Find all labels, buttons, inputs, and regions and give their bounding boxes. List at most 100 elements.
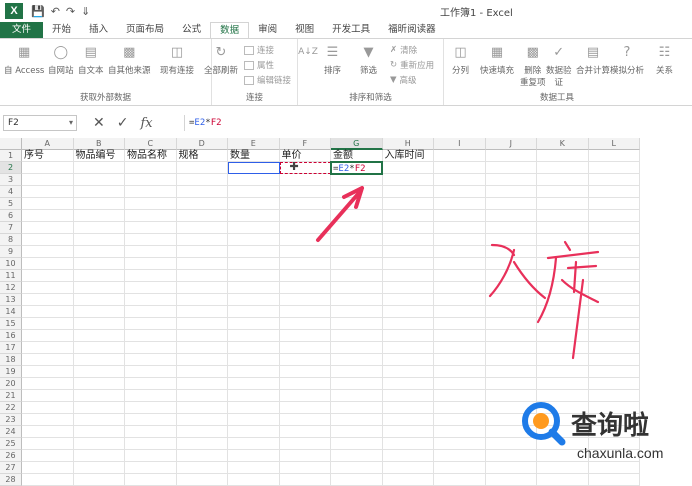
cell-i12[interactable] [434, 282, 486, 294]
cell-a13[interactable] [22, 294, 74, 306]
tab-foxit[interactable]: 福昕阅读器 [379, 22, 445, 38]
cell-l17[interactable] [588, 342, 640, 354]
cell-k4[interactable] [537, 186, 589, 198]
cell-c19[interactable] [125, 366, 177, 378]
cell-f23[interactable] [279, 414, 331, 426]
cell-h15[interactable] [382, 318, 434, 330]
cell-d15[interactable] [176, 318, 228, 330]
cell-g27[interactable] [331, 462, 383, 474]
cell-b9[interactable] [73, 246, 125, 258]
cell-a10[interactable] [22, 258, 74, 270]
cell-f15[interactable] [279, 318, 331, 330]
cell-b19[interactable] [73, 366, 125, 378]
cell-f4[interactable] [279, 186, 331, 198]
cell-d9[interactable] [176, 246, 228, 258]
cell-h7[interactable] [382, 222, 434, 234]
cell-f21[interactable] [279, 390, 331, 402]
cell-j5[interactable] [485, 198, 537, 210]
row-header-12[interactable]: 12 [0, 282, 22, 294]
cell-a16[interactable] [22, 330, 74, 342]
cell-c26[interactable] [125, 450, 177, 462]
cell-h25[interactable] [382, 438, 434, 450]
cell-i4[interactable] [434, 186, 486, 198]
cell-d4[interactable] [176, 186, 228, 198]
cell-h1[interactable]: 入库时间 [382, 150, 434, 162]
cell-h23[interactable] [382, 414, 434, 426]
text-to-columns-button[interactable]: ◫ 分列 [452, 43, 469, 77]
save-icon[interactable]: 💾 [31, 5, 45, 18]
column-header-c[interactable]: C [125, 138, 177, 150]
row-header-20[interactable]: 20 [0, 378, 22, 390]
cell-l15[interactable] [588, 318, 640, 330]
cell-g17[interactable] [331, 342, 383, 354]
data-validation-button[interactable]: ✓ 数据验 证 [546, 43, 572, 89]
cell-d25[interactable] [176, 438, 228, 450]
cell-j15[interactable] [485, 318, 537, 330]
cell-b22[interactable] [73, 402, 125, 414]
cell-k9[interactable] [537, 246, 589, 258]
cell-g12[interactable] [331, 282, 383, 294]
cell-i26[interactable] [434, 450, 486, 462]
cell-j4[interactable] [485, 186, 537, 198]
cell-h12[interactable] [382, 282, 434, 294]
column-header-b[interactable]: B [73, 138, 125, 150]
cell-b7[interactable] [73, 222, 125, 234]
cell-h6[interactable] [382, 210, 434, 222]
filter-button[interactable]: ▼ 筛选 [360, 43, 377, 77]
cell-c9[interactable] [125, 246, 177, 258]
from-other-sources-button[interactable]: ▩ 自其他来源 [108, 43, 151, 77]
cell-f26[interactable] [279, 450, 331, 462]
cell-g19[interactable] [331, 366, 383, 378]
cell-e8[interactable] [228, 234, 280, 246]
relationships-button[interactable]: ☷ 关系 [656, 43, 673, 77]
cell-d17[interactable] [176, 342, 228, 354]
cell-c28[interactable] [125, 474, 177, 486]
cell-e27[interactable] [228, 462, 280, 474]
cell-l19[interactable] [588, 366, 640, 378]
cell-f28[interactable] [279, 474, 331, 486]
cell-a14[interactable] [22, 306, 74, 318]
insert-function-icon[interactable]: fx [140, 116, 152, 131]
cell-h8[interactable] [382, 234, 434, 246]
cell-d14[interactable] [176, 306, 228, 318]
cell-h4[interactable] [382, 186, 434, 198]
cell-c21[interactable] [125, 390, 177, 402]
cell-j6[interactable] [485, 210, 537, 222]
cell-a26[interactable] [22, 450, 74, 462]
cell-k28[interactable] [537, 474, 589, 486]
cell-i3[interactable] [434, 174, 486, 186]
cell-a3[interactable] [22, 174, 74, 186]
cell-j20[interactable] [485, 378, 537, 390]
cell-i28[interactable] [434, 474, 486, 486]
cell-k1[interactable] [537, 150, 589, 162]
reapply-button[interactable]: ↻ 重新应用 [390, 59, 434, 71]
cell-e16[interactable] [228, 330, 280, 342]
cell-g15[interactable] [331, 318, 383, 330]
cell-a18[interactable] [22, 354, 74, 366]
cell-a12[interactable] [22, 282, 74, 294]
column-header-j[interactable]: J [485, 138, 537, 150]
cell-j11[interactable] [485, 270, 537, 282]
cell-b24[interactable] [73, 426, 125, 438]
cell-e5[interactable] [228, 198, 280, 210]
cell-d2[interactable] [176, 162, 228, 174]
cell-b14[interactable] [73, 306, 125, 318]
cell-a2[interactable] [22, 162, 74, 174]
cell-g5[interactable] [331, 198, 383, 210]
cell-i2[interactable] [434, 162, 486, 174]
cell-b25[interactable] [73, 438, 125, 450]
cell-a22[interactable] [22, 402, 74, 414]
cell-k17[interactable] [537, 342, 589, 354]
cell-e1[interactable]: 数量 [228, 150, 280, 162]
cell-f12[interactable] [279, 282, 331, 294]
cell-i9[interactable] [434, 246, 486, 258]
cell-h22[interactable] [382, 402, 434, 414]
from-web-button[interactable]: ◯ 自网站 [48, 43, 74, 77]
cell-l14[interactable] [588, 306, 640, 318]
cell-b6[interactable] [73, 210, 125, 222]
customize-qat-icon[interactable]: ⇓ [81, 5, 90, 18]
consolidate-button[interactable]: ▤ 合并计算 [576, 43, 610, 77]
cell-e28[interactable] [228, 474, 280, 486]
cell-i16[interactable] [434, 330, 486, 342]
cell-f13[interactable] [279, 294, 331, 306]
